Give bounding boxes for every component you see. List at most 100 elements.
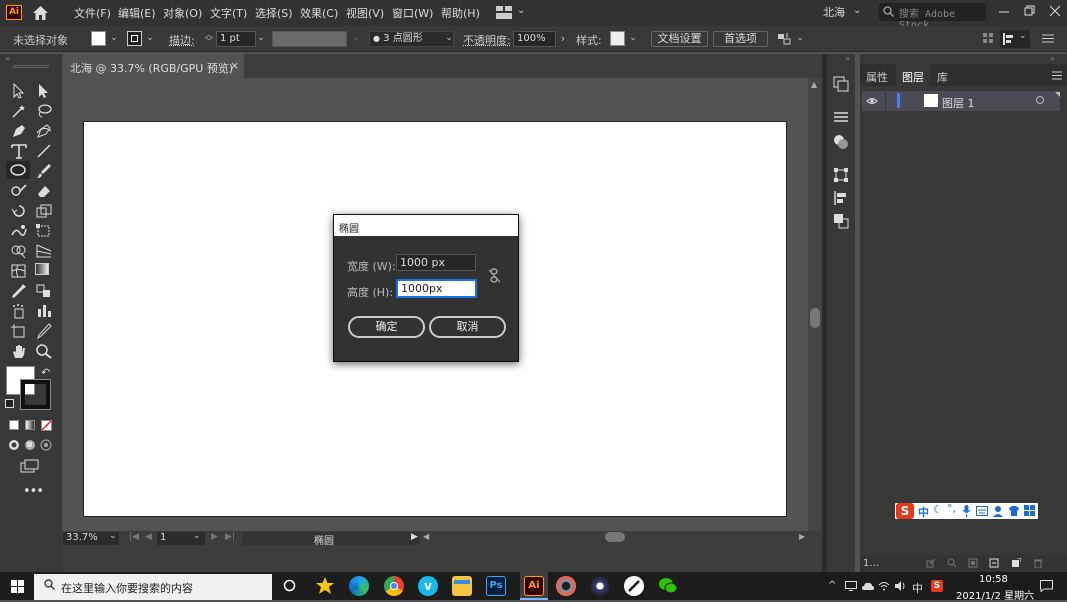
slice-tool-icon[interactable] — [35, 323, 53, 339]
new-layer-icon[interactable] — [1011, 558, 1021, 568]
tab-layers-bg[interactable]: 图层 — [896, 64, 930, 86]
obs-app-icon[interactable] — [590, 576, 610, 596]
unlink-proportions-icon[interactable] — [489, 268, 501, 283]
magic-wand-tool-icon[interactable] — [10, 103, 28, 119]
close-icon[interactable] — [1048, 4, 1062, 18]
stroke-swatch[interactable] — [127, 31, 142, 46]
horizontal-scroll-thumb[interactable] — [605, 532, 625, 542]
next-artboard-icon[interactable]: ▶ — [211, 532, 218, 542]
cloud-icon[interactable] — [862, 582, 874, 590]
pinned-folder-star-icon[interactable] — [315, 576, 335, 596]
hand-tool-icon[interactable] — [10, 343, 28, 359]
user-icon[interactable] — [992, 505, 1004, 517]
more-tools-icon[interactable]: ••• — [23, 484, 43, 499]
draw-behind-icon[interactable] — [24, 439, 36, 451]
zoom-dropdown[interactable]: 33.7% ⌄ — [63, 532, 119, 545]
input-language[interactable]: 中 — [912, 580, 923, 596]
scroll-up-icon[interactable]: ▲ — [811, 80, 817, 89]
tab-layers[interactable]: 图层 — [902, 69, 924, 85]
appearance-panel-icon[interactable] — [833, 134, 849, 150]
blend-tool-icon[interactable] — [35, 283, 53, 299]
perspective-grid-tool-icon[interactable] — [35, 243, 53, 259]
pen-app-icon[interactable] — [624, 576, 644, 596]
eyedropper-tool-icon[interactable] — [10, 283, 28, 299]
chevron-down-icon[interactable]: ⌄ — [144, 31, 156, 46]
screen-mode-icon[interactable] — [20, 459, 40, 473]
rotate-tool-icon[interactable] — [10, 203, 28, 219]
visibility-eye-icon[interactable] — [866, 95, 878, 107]
stroke-stepper-icon[interactable]: ︿ ﹀ — [203, 31, 215, 46]
keyboard-icon[interactable] — [976, 506, 988, 516]
last-artboard-icon[interactable]: ▶| — [225, 532, 235, 542]
free-transform-tool-icon[interactable] — [35, 223, 53, 239]
menu-select[interactable]: 选择(S) — [255, 5, 293, 21]
menu-effect[interactable]: 效果(C) — [300, 5, 338, 21]
menu-window[interactable]: 窗口(W) — [392, 5, 433, 21]
scale-tool-icon[interactable] — [35, 203, 53, 219]
menu-file[interactable]: 文件(F) — [74, 5, 111, 21]
shaper-tool-icon[interactable] — [10, 183, 28, 199]
restore-icon[interactable] — [1023, 4, 1037, 18]
menu-view[interactable]: 视图(V) — [346, 5, 384, 21]
notifications-icon[interactable] — [1040, 580, 1053, 592]
home-icon[interactable] — [32, 5, 49, 21]
vertical-scroll-thumb[interactable] — [810, 308, 820, 328]
pathfinder-panel-icon[interactable] — [833, 213, 849, 229]
minimize-icon[interactable] — [997, 4, 1011, 18]
chevron-down-icon[interactable]: ⌄ — [853, 5, 861, 16]
vimeo-app-icon[interactable]: v — [418, 576, 438, 596]
wifi-icon[interactable] — [878, 581, 890, 591]
close-tab-icon[interactable]: × — [230, 59, 239, 72]
ime-mode[interactable]: 中 — [918, 504, 929, 520]
width-input[interactable]: 1000 px — [396, 254, 476, 271]
lasso-tool-icon[interactable] — [35, 103, 53, 119]
preferences-button[interactable]: 首选项 — [713, 31, 768, 47]
gradient-tool-icon[interactable] — [35, 263, 49, 275]
opacity-label[interactable]: 不透明度: — [463, 32, 511, 48]
collapse-icon[interactable]: « — [5, 54, 10, 63]
document-setup-button[interactable]: 文档设置 — [651, 31, 708, 47]
draw-normal-icon[interactable] — [8, 439, 20, 451]
layer-name[interactable]: 图层 1 — [942, 95, 975, 111]
wechat-app-icon[interactable] — [658, 576, 678, 596]
type-tool-icon[interactable] — [10, 143, 28, 159]
transform-panel-icon[interactable] — [833, 167, 849, 183]
lock-column[interactable] — [885, 91, 886, 111]
selection-tool-icon[interactable] — [10, 83, 28, 99]
delete-icon[interactable] — [1033, 558, 1043, 568]
column-graph-tool-icon[interactable] — [35, 303, 53, 319]
align-panel-icon[interactable] — [833, 190, 849, 206]
scroll-right-icon[interactable]: ▶ — [799, 532, 805, 541]
stroke-color-swatch[interactable] — [21, 380, 50, 409]
tray-chevron-icon[interactable]: ^ — [828, 580, 836, 591]
tab-properties[interactable]: 属性 — [866, 69, 888, 85]
davinci-resolve-icon[interactable] — [556, 576, 576, 596]
sogou-ime-icon[interactable]: S — [931, 580, 943, 592]
toolbox-grid-icon[interactable] — [1024, 505, 1035, 516]
transform-icon[interactable] — [982, 32, 994, 44]
panel-menu-icon[interactable] — [1042, 33, 1054, 44]
line-tool-icon[interactable] — [35, 143, 53, 159]
eraser-tool-icon[interactable] — [35, 183, 53, 199]
illustrator-app-icon[interactable]: Ai — [524, 576, 544, 596]
arrange-documents-icon[interactable] — [496, 6, 512, 19]
microphone-icon[interactable] — [962, 505, 971, 517]
arrange-icon[interactable] — [777, 32, 793, 46]
windows-start-icon[interactable] — [11, 580, 24, 593]
document-tab[interactable]: 北海 @ 33.7% (RGB/GPU 预览) × — [62, 54, 244, 78]
menu-help[interactable]: 帮助(H) — [441, 5, 480, 21]
expand-icon[interactable]: » — [845, 54, 850, 63]
mesh-tool-icon[interactable] — [10, 263, 28, 279]
chevron-down-icon[interactable]: ⌄ — [517, 5, 525, 16]
color-mode-icon[interactable] — [9, 420, 19, 430]
edge-browser-icon[interactable] — [349, 576, 369, 596]
curvature-tool-icon[interactable] — [35, 123, 53, 139]
panel-menu-icon[interactable] — [1052, 71, 1062, 80]
workspace-switcher[interactable]: 北海 — [823, 4, 845, 20]
opacity-field[interactable]: 100% — [513, 31, 556, 47]
symbol-sprayer-tool-icon[interactable] — [10, 303, 28, 319]
ellipse-tool-icon[interactable] — [9, 162, 27, 178]
chevron-down-icon[interactable]: ⌄ — [350, 31, 362, 46]
clock-time[interactable]: 10:58 — [979, 574, 1008, 585]
stroke-weight-field[interactable]: 1 pt — [216, 31, 256, 47]
